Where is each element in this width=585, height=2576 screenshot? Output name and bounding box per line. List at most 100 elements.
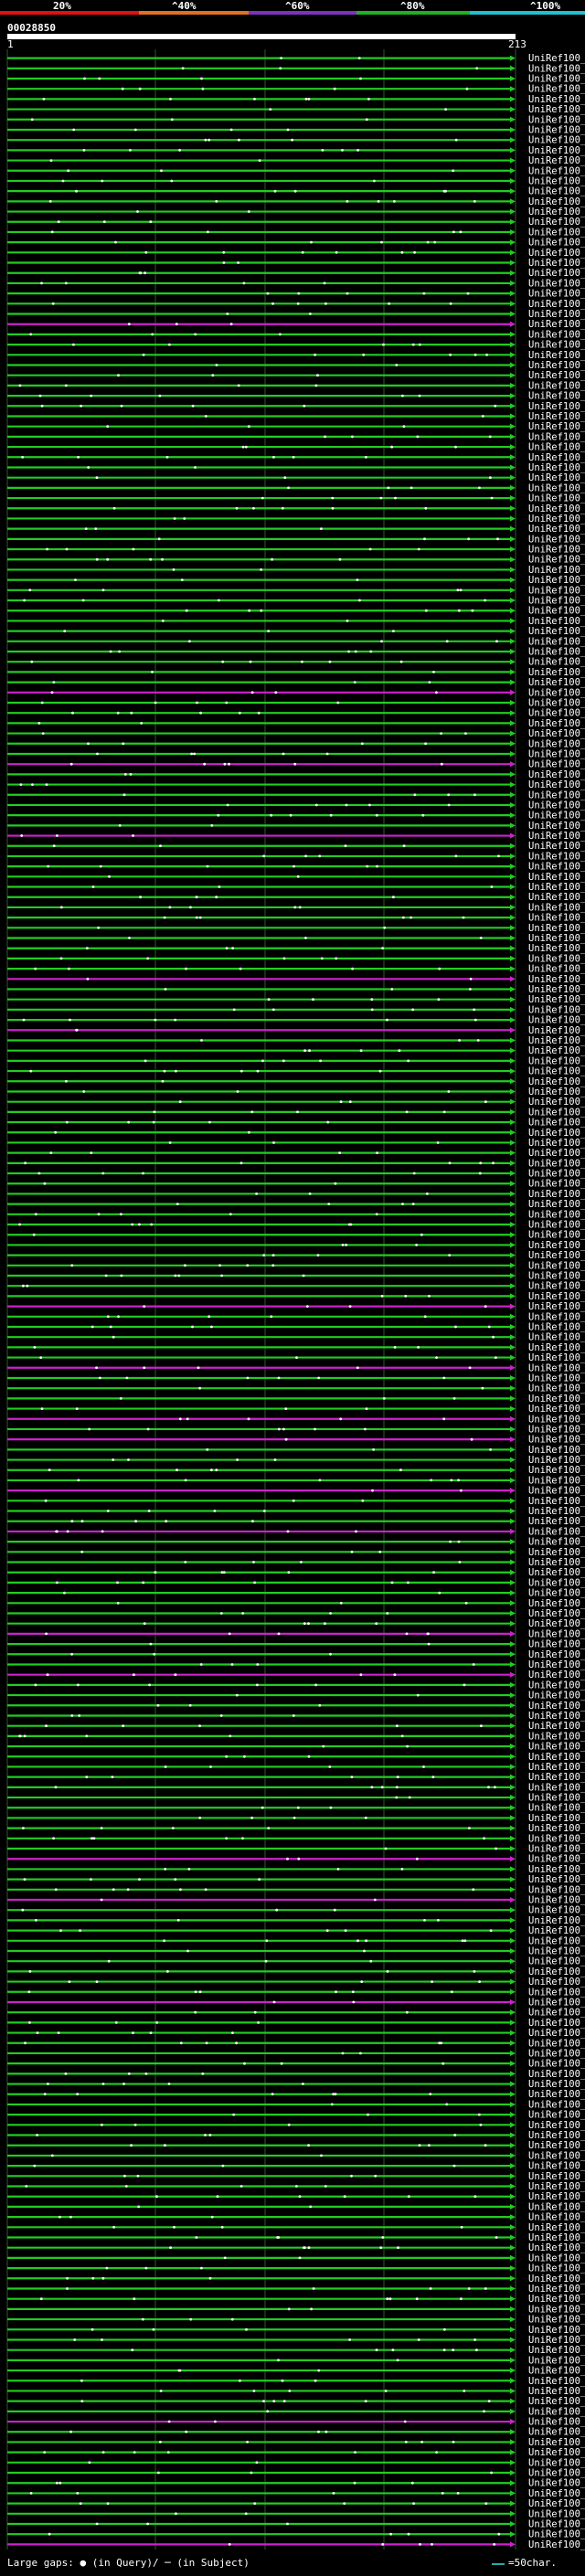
hit-label[interactable]: UniRef100_B0TGJ1 (528, 84, 585, 95)
hit-label[interactable]: UniRef100_B1Y577 (528, 2488, 585, 2499)
hit-row[interactable]: UniRef100_B7PDW1 (7, 1752, 585, 1763)
hit-row[interactable]: UniRef100_B7Z117 (7, 2284, 585, 2295)
hit-label[interactable]: UniRef100_Q8GTL0 (528, 350, 585, 361)
hit-label[interactable]: UniRef100_Q3E9C0 (528, 1322, 585, 1333)
hit-label[interactable]: UniRef100_UP1000... (528, 1833, 585, 1844)
hit-row[interactable]: UniRef100_A6NC29 (7, 1547, 585, 1558)
hit-label[interactable]: UniRef100_UP1000... (528, 749, 585, 760)
hit-row[interactable]: UniRef100_B7PY07 (7, 1680, 585, 1691)
hit-label[interactable]: UniRef100_A7J769 (528, 2345, 585, 2356)
hit-row[interactable]: UniRef100_C5XLZ7 (7, 1946, 585, 1957)
hit-row[interactable]: UniRef100_UP1000... (7, 94, 585, 105)
hit-row[interactable]: UniRef100_B7PU72 (7, 125, 585, 136)
hit-row[interactable]: UniRef100_B6T1C4 (7, 616, 585, 627)
hit-label[interactable]: UniRef100_Q5TU53 (528, 1516, 585, 1527)
hit-row[interactable]: UniRef100_B8B9G6 (7, 2274, 585, 2284)
hit-row[interactable]: UniRef100_Q5LHC2 (7, 2417, 585, 2428)
hit-label[interactable]: UniRef100_B7PJU5 (528, 1332, 585, 1343)
hit-row[interactable]: UniRef100_Q6DVH0 (7, 278, 585, 289)
hit-row[interactable]: UniRef100_UP1000... (7, 2201, 585, 2212)
hit-label[interactable]: UniRef100_C5ZMP0 (528, 677, 585, 688)
hit-row[interactable]: UniRef100_A9NUE0 (7, 923, 585, 934)
hit-label[interactable]: UniRef100_Q4A227 (528, 462, 585, 473)
hit-row[interactable]: UniRef100_P10496 (7, 2335, 585, 2346)
hit-row[interactable]: UniRef100_B7Q3U3 (7, 114, 585, 125)
hit-row[interactable]: UniRef100_UP1000... (7, 882, 585, 893)
hit-label[interactable]: UniRef100_UP1000... (528, 1342, 585, 1353)
hit-row[interactable]: UniRef100_P46603 (7, 1895, 585, 1906)
hit-label[interactable]: UniRef100_UP1000... (528, 2201, 585, 2212)
hit-label[interactable]: UniRef100_Q6AM56 (528, 504, 585, 514)
hit-label[interactable]: UniRef100_A9P3Y7 (528, 1793, 585, 1804)
hit-row[interactable]: UniRef100_C5J7R8 (7, 1475, 585, 1486)
hit-label[interactable]: UniRef100_Q6V7Q5 (528, 1148, 585, 1159)
hit-label[interactable]: UniRef100_B7PFE7 (528, 1301, 585, 1312)
hit-row[interactable]: UniRef100_Q9ZQ36 (7, 1087, 585, 1097)
hit-label[interactable]: UniRef100_A8DJI1 (528, 2468, 585, 2479)
hit-label[interactable]: UniRef100_Q3HTL0 (528, 831, 585, 842)
hit-row[interactable]: UniRef100_C3YBZ5 (7, 1864, 585, 1875)
hit-row[interactable]: UniRef100_Q4A227 (7, 462, 585, 473)
hit-row[interactable]: UniRef100_UP1000... (7, 872, 585, 883)
hit-label[interactable]: UniRef100_A9PUS9 (528, 779, 585, 790)
hit-label[interactable]: UniRef100_Q6AHW2 (528, 493, 585, 504)
hit-row[interactable]: UniRef100_B7Q8Q3 (7, 2059, 585, 2070)
hit-row[interactable]: UniRef100_Q2QTT2 (7, 708, 585, 719)
hit-row[interactable]: UniRef100_B7PHD3 (7, 2120, 585, 2131)
hit-row[interactable]: UniRef100_Q3E9C0 (7, 1322, 585, 1333)
hit-label[interactable]: UniRef100_Q06KI0 (528, 2457, 585, 2468)
hit-label[interactable]: UniRef100_A4RNC6 (528, 2028, 585, 2039)
hit-row[interactable]: UniRef100_A1KR25 (7, 1803, 585, 1814)
hit-label[interactable]: UniRef100_A9UQD4 (528, 1394, 585, 1405)
hit-label[interactable]: UniRef100_B7Q7P5 (528, 2294, 585, 2305)
hit-label[interactable]: UniRef100_B8GAZ4 (528, 1577, 585, 1588)
hit-label[interactable]: UniRef100_Q04WK5 (528, 1425, 585, 1436)
hit-label[interactable]: UniRef100_C5XLZ7 (528, 1946, 585, 1957)
hit-label[interactable]: UniRef100_B1V8S2 (528, 2498, 585, 2509)
hit-label[interactable]: UniRef100_UP1000... (528, 1956, 585, 1967)
hit-row[interactable]: UniRef100_A8W5Z4 (7, 1874, 585, 1885)
hit-row[interactable]: UniRef100_A6ZE37 (7, 1925, 585, 1936)
hit-row[interactable]: UniRef100_UP1000... (7, 1608, 585, 1619)
hit-row[interactable]: UniRef100_Q07P87 (7, 1567, 585, 1578)
hit-row[interactable]: UniRef100_B7Q7P5 (7, 2294, 585, 2305)
hit-row[interactable]: UniRef100_B0TGJ1 (7, 84, 585, 95)
hit-label[interactable]: UniRef100_B9SF96 (528, 401, 585, 412)
hit-row[interactable]: UniRef100_Q15694 (7, 1138, 585, 1149)
hit-row[interactable]: UniRef100_Q4B848 (7, 1281, 585, 1292)
hit-row[interactable]: UniRef100_Q4A285 (7, 63, 585, 74)
hit-label[interactable]: UniRef100_Q43688 (528, 2232, 585, 2243)
hit-row[interactable]: UniRef100_Q0CQD0 (7, 790, 585, 800)
hit-label[interactable]: UniRef100_A6ZXN4 (528, 1158, 585, 1169)
hit-label[interactable]: UniRef100_UP1000... (528, 2406, 585, 2417)
hit-row[interactable]: UniRef100_A4S1V9 (7, 238, 585, 249)
hit-row[interactable]: UniRef100_A7UP77 (7, 145, 585, 156)
hit-row[interactable]: UniRef100_B7Q312 (7, 2253, 585, 2263)
hit-row[interactable]: UniRef100_C1FEG3 (7, 913, 585, 924)
hit-label[interactable]: UniRef100_A7S9P0 (528, 1271, 585, 1282)
hit-label[interactable]: UniRef100_B7PSE7 (528, 1373, 585, 1384)
hit-row[interactable]: UniRef100_A9UPN4 (7, 2304, 585, 2315)
hit-row[interactable]: UniRef100_Q9FSV2 (7, 472, 585, 483)
hit-row[interactable]: UniRef100_B7QFW8 (7, 104, 585, 115)
hit-row[interactable]: UniRef100_C5XMP4 (7, 1445, 585, 1456)
hit-label[interactable]: UniRef100_Q6D677 (528, 667, 585, 678)
hit-row[interactable]: UniRef100_UP1000... (7, 1004, 585, 1015)
hit-label[interactable]: UniRef100_B7Q4Q8 (528, 1649, 585, 1660)
hit-row[interactable]: UniRef100_C1EFP7 (7, 902, 585, 913)
hit-row[interactable]: UniRef100_Q43688 (7, 2232, 585, 2243)
hit-label[interactable]: UniRef100_Q12DK8 (528, 626, 585, 637)
hit-label[interactable]: UniRef100_Q01AC1 (528, 227, 585, 238)
hit-row[interactable]: UniRef100_Q91GM4 (7, 1045, 585, 1056)
hit-row[interactable]: UniRef100_C9S569 (7, 1107, 585, 1118)
hit-label[interactable]: UniRef100_Q7T9V7 (528, 411, 585, 422)
hit-row[interactable]: UniRef100_Q6AHT0 (7, 2315, 585, 2326)
hit-label[interactable]: UniRef100_Q6SSE8 (528, 892, 585, 903)
hit-row[interactable]: UniRef100_UP1000... (7, 53, 585, 64)
hit-row[interactable]: UniRef100_A9UQD4 (7, 1394, 585, 1405)
hit-row[interactable]: UniRef100_B9HKS5 (7, 1189, 585, 1200)
hit-row[interactable]: UniRef100_Q6D677 (7, 667, 585, 678)
hit-label[interactable]: UniRef100_A9UPN4 (528, 2304, 585, 2315)
hit-row[interactable]: UniRef100_A2SEM8 (7, 1076, 585, 1087)
hit-label[interactable]: UniRef100_C1FEG3 (528, 913, 585, 924)
